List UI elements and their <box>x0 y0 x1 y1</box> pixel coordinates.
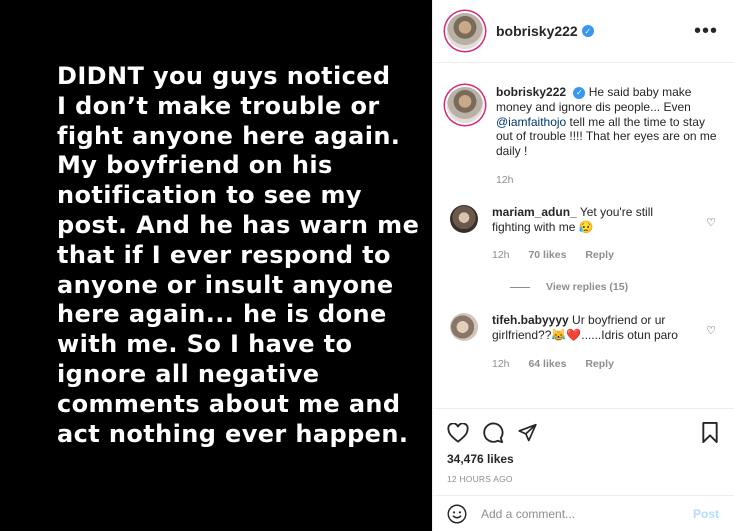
caption-verified-icon: ✓ <box>573 87 586 100</box>
caption-body: bobrisky222 ✓ He said baby make money an… <box>496 85 719 188</box>
caption: bobrisky222 ✓ He said baby make money an… <box>447 85 719 188</box>
comment-time[interactable]: 12h <box>492 249 510 261</box>
caption-username[interactable]: bobrisky222 <box>496 85 566 99</box>
caption-mention[interactable]: @iamfaithojo <box>496 115 566 129</box>
comment-time[interactable]: 12h <box>492 358 510 370</box>
like-heart-icon[interactable] <box>447 422 469 443</box>
post-timestamp[interactable]: 12 HOURS AGO <box>433 474 734 484</box>
comment-username[interactable]: tifeh.babyyyy <box>492 313 569 327</box>
comment-likes[interactable]: 64 likes <box>528 358 566 370</box>
emoji-icon[interactable] <box>447 504 467 524</box>
comment-body: mariam_adun_ Yet you're still fighting w… <box>492 205 692 263</box>
post-header: bobrisky222 ✓ ••• <box>433 0 734 63</box>
post-dialog: DIDNT you guys noticed I don’t make trou… <box>0 0 734 531</box>
share-send-icon[interactable] <box>517 423 538 443</box>
caption-avatar[interactable] <box>447 87 483 123</box>
more-options-icon[interactable]: ••• <box>694 21 718 41</box>
reply-button[interactable]: Reply <box>585 249 614 261</box>
comment-avatar[interactable] <box>450 204 478 233</box>
author-username[interactable]: bobrisky222 <box>496 23 578 39</box>
add-comment-input[interactable]: Add a comment... <box>481 507 575 521</box>
comment-item: tifeh.babyyyy Ur boyfriend or ur girlfri… <box>447 313 719 371</box>
comment-username[interactable]: mariam_adun_ <box>492 205 577 219</box>
comment-body: tifeh.babyyyy Ur boyfriend or ur girlfri… <box>492 313 692 371</box>
verified-badge-icon: ✓ <box>581 25 594 37</box>
post-sidebar: bobrisky222 ✓ ••• bobrisky222 ✓ He said … <box>432 0 734 531</box>
view-replies-button[interactable]: View replies (15) <box>510 281 719 293</box>
add-comment-bar: Add a comment... Post <box>433 495 734 531</box>
post-actions: 34,476 likes 12 HOURS AGO Add a comment.… <box>433 408 734 531</box>
save-bookmark-icon[interactable] <box>701 422 719 443</box>
replies-divider <box>510 286 530 288</box>
like-comment-heart-icon[interactable]: ♡ <box>706 324 716 337</box>
comment-meta: 12h 64 likes Reply <box>492 357 692 372</box>
comments-list[interactable]: bobrisky222 ✓ He said baby make money an… <box>433 63 734 408</box>
caption-meta: 12h <box>496 173 719 188</box>
caption-time[interactable]: 12h <box>496 174 514 186</box>
comment-avatar[interactable] <box>450 313 478 342</box>
comment-bubble-icon[interactable] <box>482 422 504 444</box>
likes-count[interactable]: 34,476 likes <box>433 452 734 466</box>
comment-item: mariam_adun_ Yet you're still fighting w… <box>447 204 719 263</box>
post-image[interactable]: DIDNT you guys noticed I don’t make trou… <box>0 0 432 531</box>
reply-button[interactable]: Reply <box>585 358 614 370</box>
author-avatar[interactable] <box>447 13 483 49</box>
action-icons <box>433 409 734 449</box>
post-comment-button[interactable]: Post <box>693 507 719 521</box>
comment-likes[interactable]: 70 likes <box>528 249 566 261</box>
like-comment-heart-icon[interactable]: ♡ <box>706 216 716 229</box>
view-replies-label: View replies (15) <box>546 281 629 294</box>
comment-meta: 12h 70 likes Reply <box>492 248 692 263</box>
post-image-text: DIDNT you guys noticed I don’t make trou… <box>57 62 420 448</box>
